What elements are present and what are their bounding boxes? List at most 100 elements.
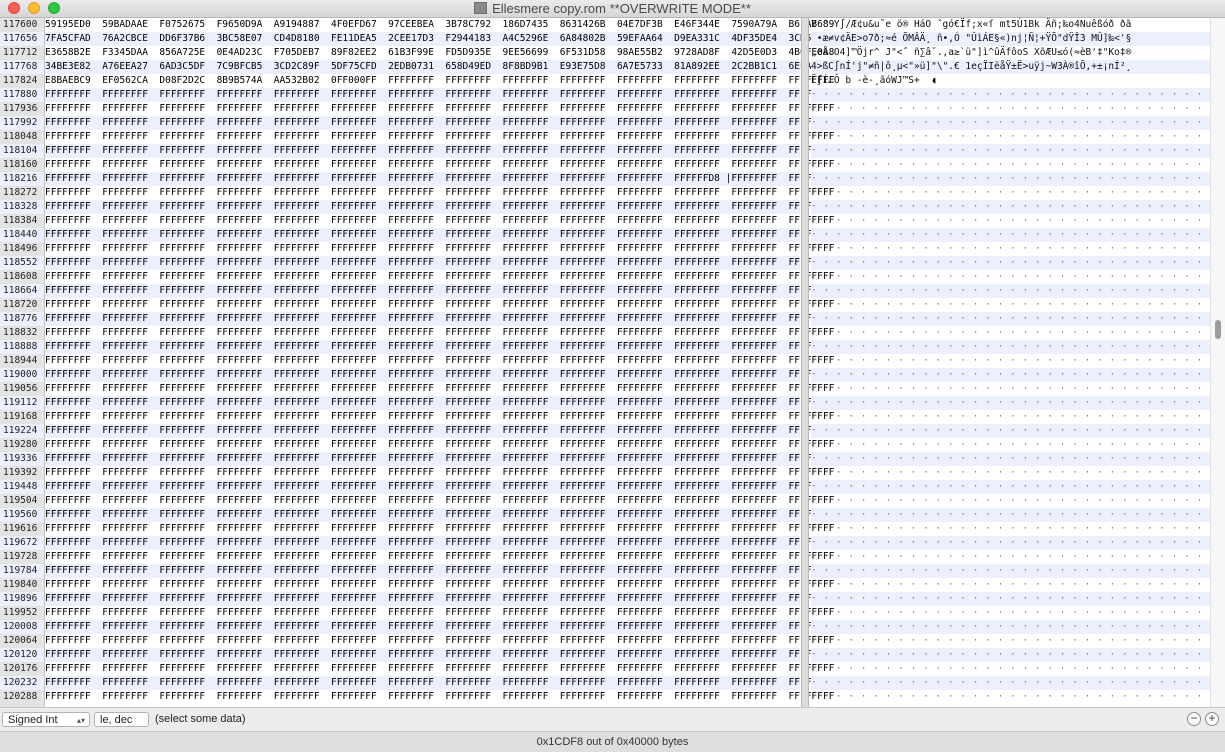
hex-row[interactable]: FFFFFFFF FFFFFFFF FFFFFFFF FFFFFFFF FFFF… [45, 466, 834, 480]
ascii-row[interactable]: · · · · · · · · · · · · · · · · · · · · … [811, 270, 1210, 284]
ascii-row[interactable]: 4>ßC∫nÍ'j"≠ñ|ô¸µ<"»ü]"\".€ 1eçÏIëåŸ±Ë>uÿ… [811, 60, 1210, 74]
ascii-row[interactable]: · · · · · · · · · · · · · · · · · · · · … [811, 256, 1210, 270]
hex-row[interactable]: FFFFFFFF FFFFFFFF FFFFFFFF FFFFFFFF FFFF… [45, 382, 834, 396]
ascii-row[interactable]: · · · · · · · · · · · · · · · · · · · · … [811, 116, 1210, 130]
hex-row[interactable]: FFFFFFFF FFFFFFFF FFFFFFFF FFFFFFFF FFFF… [45, 298, 834, 312]
hex-row[interactable]: FFFFFFFF FFFFFFFF FFFFFFFF FFFFFFFF FFFF… [45, 284, 834, 298]
ascii-row[interactable]: · · · · · · · · · · · · · · · · · · · · … [811, 340, 1210, 354]
hex-row[interactable]: FFFFFFFF FFFFFFFF FFFFFFFF FFFFFFFF FFFF… [45, 424, 834, 438]
hex-row[interactable]: FFFFFFFF FFFFFFFF FFFFFFFF FFFFFFFF FFFF… [45, 452, 834, 466]
hex-row[interactable]: FFFFFFFF FFFFFFFF FFFFFFFF FFFFFFFF FFFF… [45, 256, 834, 270]
ascii-row[interactable]: Y ^-Y∫/Æ¢u&u˜e ö® HáO ˇgó€Ïf;x«ſ mt5Ù1Bk… [811, 18, 1210, 32]
hex-row[interactable]: FFFFFFFF FFFFFFFF FFFFFFFF FFFFFFFF FFFF… [45, 214, 834, 228]
hex-row[interactable]: E3658B2E F3345DAA 856A725E 0E4AD23C F705… [45, 46, 834, 60]
ascii-row[interactable]: · · · · · · · · · · · · · · · · · · · · … [811, 382, 1210, 396]
hex-row[interactable]: FFFFFFFF FFFFFFFF FFFFFFFF FFFFFFFF FFFF… [45, 354, 834, 368]
remove-inspector-button[interactable]: − [1187, 712, 1201, 726]
ascii-row[interactable]: · · · · · · · · · · · · · · · · · · · · … [811, 312, 1210, 326]
hex-row[interactable]: FFFFFFFF FFFFFFFF FFFFFFFF FFFFFFFF FFFF… [45, 172, 834, 186]
ascii-row[interactable]: · · · · · · · · · · · · · · · · · · · · … [811, 368, 1210, 382]
ascii-row[interactable]: · · · · · · · · · · · · · · · · · · · · … [811, 648, 1210, 662]
ascii-row[interactable]: · · · · · · · · · · · · · · · · · · · · … [811, 200, 1210, 214]
ascii-row[interactable]: · · · · · · · · · · · · · · · · · · · · … [811, 242, 1210, 256]
hex-row[interactable]: FFFFFFFF FFFFFFFF FFFFFFFF FFFFFFFF FFFF… [45, 620, 834, 634]
hex-row[interactable]: FFFFFFFF FFFFFFFF FFFFFFFF FFFFFFFF FFFF… [45, 522, 834, 536]
hex-row[interactable]: FFFFFFFF FFFFFFFF FFFFFFFF FFFFFFFF FFFF… [45, 116, 834, 130]
hex-row[interactable]: FFFFFFFF FFFFFFFF FFFFFFFF FFFFFFFF FFFF… [45, 340, 834, 354]
hex-row[interactable]: FFFFFFFF FFFFFFFF FFFFFFFF FFFFFFFF FFFF… [45, 270, 834, 284]
ascii-row[interactable]: · · · · · · · · · · · · · · · · · · · · … [811, 466, 1210, 480]
hex-row[interactable]: FFFFFFFF FFFFFFFF FFFFFFFF FFFFFFFF FFFF… [45, 578, 834, 592]
ascii-row[interactable]: •æ≠v¢ÄE>o7ð;≈é ÕMÂÄ¸ ñ•,Ó "ÛìÁE§«)nj¦Ñ¦+… [811, 32, 1210, 46]
ascii-row[interactable]: · · · · · · · · · · · · · · · · · · · · … [811, 158, 1210, 172]
hex-row[interactable]: FFFFFFFF FFFFFFFF FFFFFFFF FFFFFFFF FFFF… [45, 228, 834, 242]
hex-row[interactable]: FFFFFFFF FFFFFFFF FFFFFFFF FFFFFFFF FFFF… [45, 676, 834, 690]
hex-row[interactable]: FFFFFFFF FFFFFFFF FFFFFFFF FFFFFFFF FFFF… [45, 158, 834, 172]
hex-row[interactable]: FFFFFFFF FFFFFFFF FFFFFFFF FFFFFFFF FFFF… [45, 186, 834, 200]
hex-row[interactable]: FFFFFFFF FFFFFFFF FFFFFFFF FFFFFFFF FFFF… [45, 410, 834, 424]
ascii-row[interactable]: · · · · · · · · · · · · · · · · · · · · … [811, 564, 1210, 578]
ascii-row[interactable]: · · · · · · · · · · · · · · · · · · · · … [811, 144, 1210, 158]
hex-row[interactable]: 34BE3E82 A76EEA27 6AD3C5DF 7C9BFCB5 3CD2… [45, 60, 834, 74]
hex-row[interactable]: FFFFFFFF FFFFFFFF FFFFFFFF FFFFFFFF FFFF… [45, 648, 834, 662]
title-bar[interactable]: Ellesmere copy.rom **OVERWRITE MODE** [0, 0, 1225, 18]
ascii-row[interactable]: · · · · · · · · · · · · · · · · · · · · … [811, 228, 1210, 242]
hex-row[interactable]: FFFFFFFF FFFFFFFF FFFFFFFF FFFFFFFF FFFF… [45, 438, 834, 452]
ascii-row[interactable]: · · · · · · · · · · · · · · · · · · · · … [811, 410, 1210, 424]
ascii-row[interactable]: · · · · · · · · · · · · · · · · · · · · … [811, 172, 1210, 186]
hex-row[interactable]: FFFFFFFF FFFFFFFF FFFFFFFF FFFFFFFF FFFF… [45, 480, 834, 494]
ascii-row[interactable]: · · · · · · · · · · · · · · · · · · · · … [811, 452, 1210, 466]
ascii-row[interactable]: · · · · · · · · · · · · · · · · · · · · … [811, 326, 1210, 340]
add-inspector-button[interactable]: + [1205, 712, 1219, 726]
ascii-row[interactable]: · · · · · · · · · · · · · · · · · · · · … [811, 102, 1210, 116]
ascii-row[interactable]: · · · · · · · · · · · · · · · · · · · · … [811, 186, 1210, 200]
ascii-view[interactable]: Y ^-Y∫/Æ¢u&u˜e ö® HáO ˇgó€Ïf;x«ſ mt5Ù1Bk… [811, 18, 1210, 707]
ascii-row[interactable]: · · · · · · · · · · · · · · · · · · · · … [811, 550, 1210, 564]
ascii-row[interactable]: · · · · · · · · · · · · · · · · · · · · … [811, 508, 1210, 522]
hex-row[interactable]: FFFFFFFF FFFFFFFF FFFFFFFF FFFFFFFF FFFF… [45, 326, 834, 340]
ascii-row[interactable]: · · · · · · · · · · · · · · · · · · · · … [811, 284, 1210, 298]
ascii-row[interactable]: · · · · · · · · · · · · · · · · · · · · … [811, 354, 1210, 368]
hex-row[interactable]: FFFFFFFF FFFFFFFF FFFFFFFF FFFFFFFF FFFF… [45, 88, 834, 102]
hex-row[interactable]: FFFFFFFF FFFFFFFF FFFFFFFF FFFFFFFF FFFF… [45, 312, 834, 326]
hex-row[interactable]: FFFFFFFF FFFFFFFF FFFFFFFF FFFFFFFF FFFF… [45, 144, 834, 158]
ascii-row[interactable]: · · · · · · · · · · · · · · · · · · · · … [811, 662, 1210, 676]
hex-view[interactable]: 59195ED0 59BADAAE F0752675 F9650D9A A919… [45, 18, 834, 707]
ascii-row[interactable]: · · · · · · · · · · · · · · · · · · · · … [811, 690, 1210, 704]
ascii-row[interactable]: Ë∫Í…Ô b -è-¸ãóWJ™S+ ◖ [811, 74, 1210, 88]
hex-row[interactable]: FFFFFFFF FFFFFFFF FFFFFFFF FFFFFFFF FFFF… [45, 494, 834, 508]
hex-row[interactable]: FFFFFFFF FFFFFFFF FFFFFFFF FFFFFFFF FFFF… [45, 634, 834, 648]
ascii-row[interactable]: · · · · · · · · · · · · · · · · · · · · … [811, 214, 1210, 228]
hex-row[interactable]: FFFFFFFF FFFFFFFF FFFFFFFF FFFFFFFF FFFF… [45, 536, 834, 550]
ascii-row[interactable]: · · · · · · · · · · · · · · · · · · · · … [811, 88, 1210, 102]
scrollbar-thumb[interactable] [1215, 320, 1221, 339]
hex-row[interactable]: FFFFFFFF FFFFFFFF FFFFFFFF FFFFFFFF FFFF… [45, 200, 834, 214]
ascii-row[interactable]: · · · · · · · · · · · · · · · · · · · · … [811, 592, 1210, 606]
hex-row[interactable]: 7FA5CFAD 76A2CBCE DD6F37B6 3BC58E07 CD4D… [45, 32, 834, 46]
format-popup[interactable]: le, dec [94, 712, 149, 727]
vertical-scrollbar[interactable] [1210, 18, 1225, 707]
hex-row[interactable]: FFFFFFFF FFFFFFFF FFFFFFFF FFFFFFFF FFFF… [45, 550, 834, 564]
hex-row[interactable]: FFFFFFFF FFFFFFFF FFFFFFFF FFFFFFFF FFFF… [45, 242, 834, 256]
ascii-row[interactable]: · · · · · · · · · · · · · · · · · · · · … [811, 298, 1210, 312]
ascii-row[interactable]: „eå.O4]™Öjr^ J"<˝ ñ∑â˘.,a≥`ü"]ì^ûÄfôoS X… [811, 46, 1210, 60]
hex-row[interactable]: FFFFFFFF FFFFFFFF FFFFFFFF FFFFFFFF FFFF… [45, 130, 834, 144]
hex-row[interactable]: FFFFFFFF FFFFFFFF FFFFFFFF FFFFFFFF FFFF… [45, 690, 834, 704]
type-popup[interactable]: Signed Int ▴▾ [2, 712, 90, 727]
hex-row[interactable]: FFFFFFFF FFFFFFFF FFFFFFFF FFFFFFFF FFFF… [45, 662, 834, 676]
ascii-row[interactable]: · · · · · · · · · · · · · · · · · · · · … [811, 536, 1210, 550]
hex-row[interactable]: FFFFFFFF FFFFFFFF FFFFFFFF FFFFFFFF FFFF… [45, 396, 834, 410]
ascii-row[interactable]: · · · · · · · · · · · · · · · · · · · · … [811, 494, 1210, 508]
hex-row[interactable]: FFFFFFFF FFFFFFFF FFFFFFFF FFFFFFFF FFFF… [45, 592, 834, 606]
hex-row[interactable]: E8BAEBC9 EF0562CA D08F2D2C 8B9B574A AA53… [45, 74, 834, 88]
pane-divider[interactable] [801, 18, 809, 707]
ascii-row[interactable]: · · · · · · · · · · · · · · · · · · · · … [811, 578, 1210, 592]
hex-row[interactable]: FFFFFFFF FFFFFFFF FFFFFFFF FFFFFFFF FFFF… [45, 564, 834, 578]
ascii-row[interactable]: · · · · · · · · · · · · · · · · · · · · … [811, 480, 1210, 494]
ascii-row[interactable]: · · · · · · · · · · · · · · · · · · · · … [811, 634, 1210, 648]
hex-row[interactable]: FFFFFFFF FFFFFFFF FFFFFFFF FFFFFFFF FFFF… [45, 508, 834, 522]
ascii-row[interactable]: · · · · · · · · · · · · · · · · · · · · … [811, 424, 1210, 438]
ascii-row[interactable]: · · · · · · · · · · · · · · · · · · · · … [811, 130, 1210, 144]
ascii-row[interactable]: · · · · · · · · · · · · · · · · · · · · … [811, 606, 1210, 620]
ascii-row[interactable]: · · · · · · · · · · · · · · · · · · · · … [811, 522, 1210, 536]
